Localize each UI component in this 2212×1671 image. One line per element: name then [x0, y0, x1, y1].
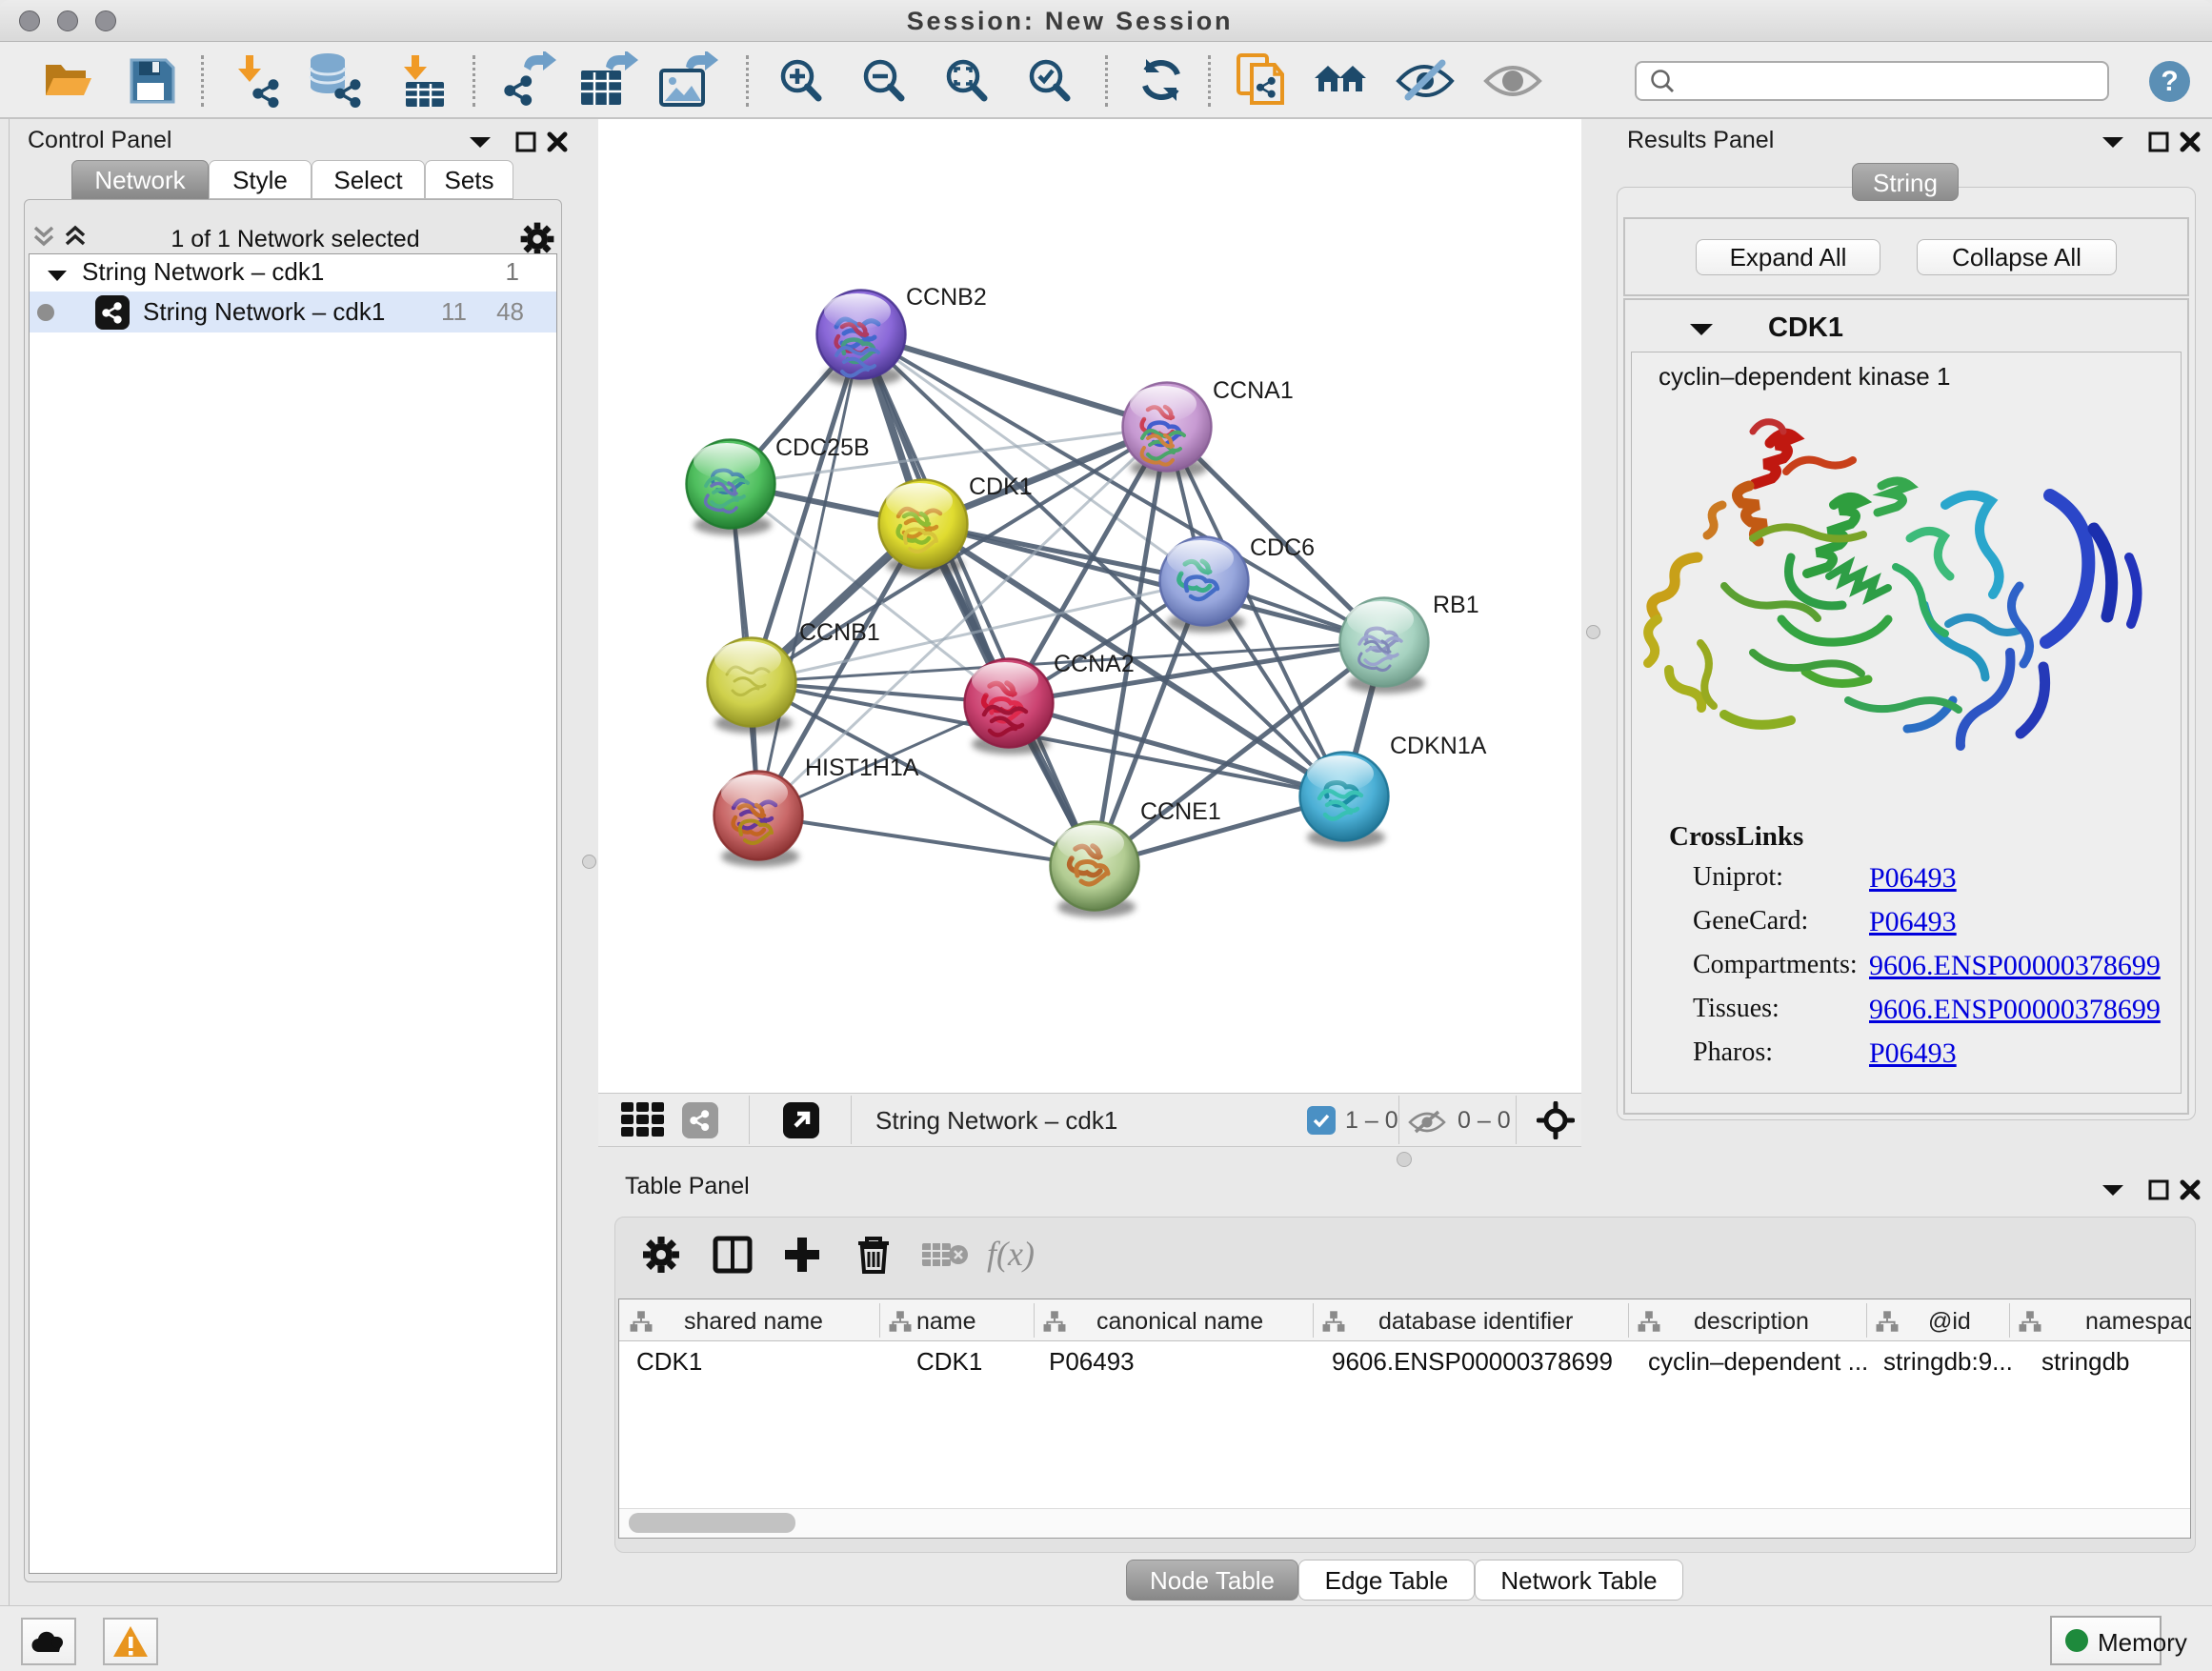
svg-text:HIST1H1A: HIST1H1A	[805, 755, 919, 781]
svg-text:CDKN1A: CDKN1A	[1390, 733, 1487, 759]
svg-text:CCNA2: CCNA2	[1054, 651, 1135, 677]
svg-text:CDC25B: CDC25B	[775, 434, 870, 461]
svg-text:CCNE1: CCNE1	[1140, 798, 1221, 825]
svg-text:CDK1: CDK1	[969, 473, 1033, 500]
svg-text:CDC6: CDC6	[1250, 534, 1315, 561]
svg-text:CCNB1: CCNB1	[799, 619, 880, 646]
svg-text:RB1: RB1	[1433, 592, 1479, 618]
svg-text:CCNA1: CCNA1	[1213, 377, 1294, 404]
svg-text:CCNB2: CCNB2	[906, 284, 987, 311]
